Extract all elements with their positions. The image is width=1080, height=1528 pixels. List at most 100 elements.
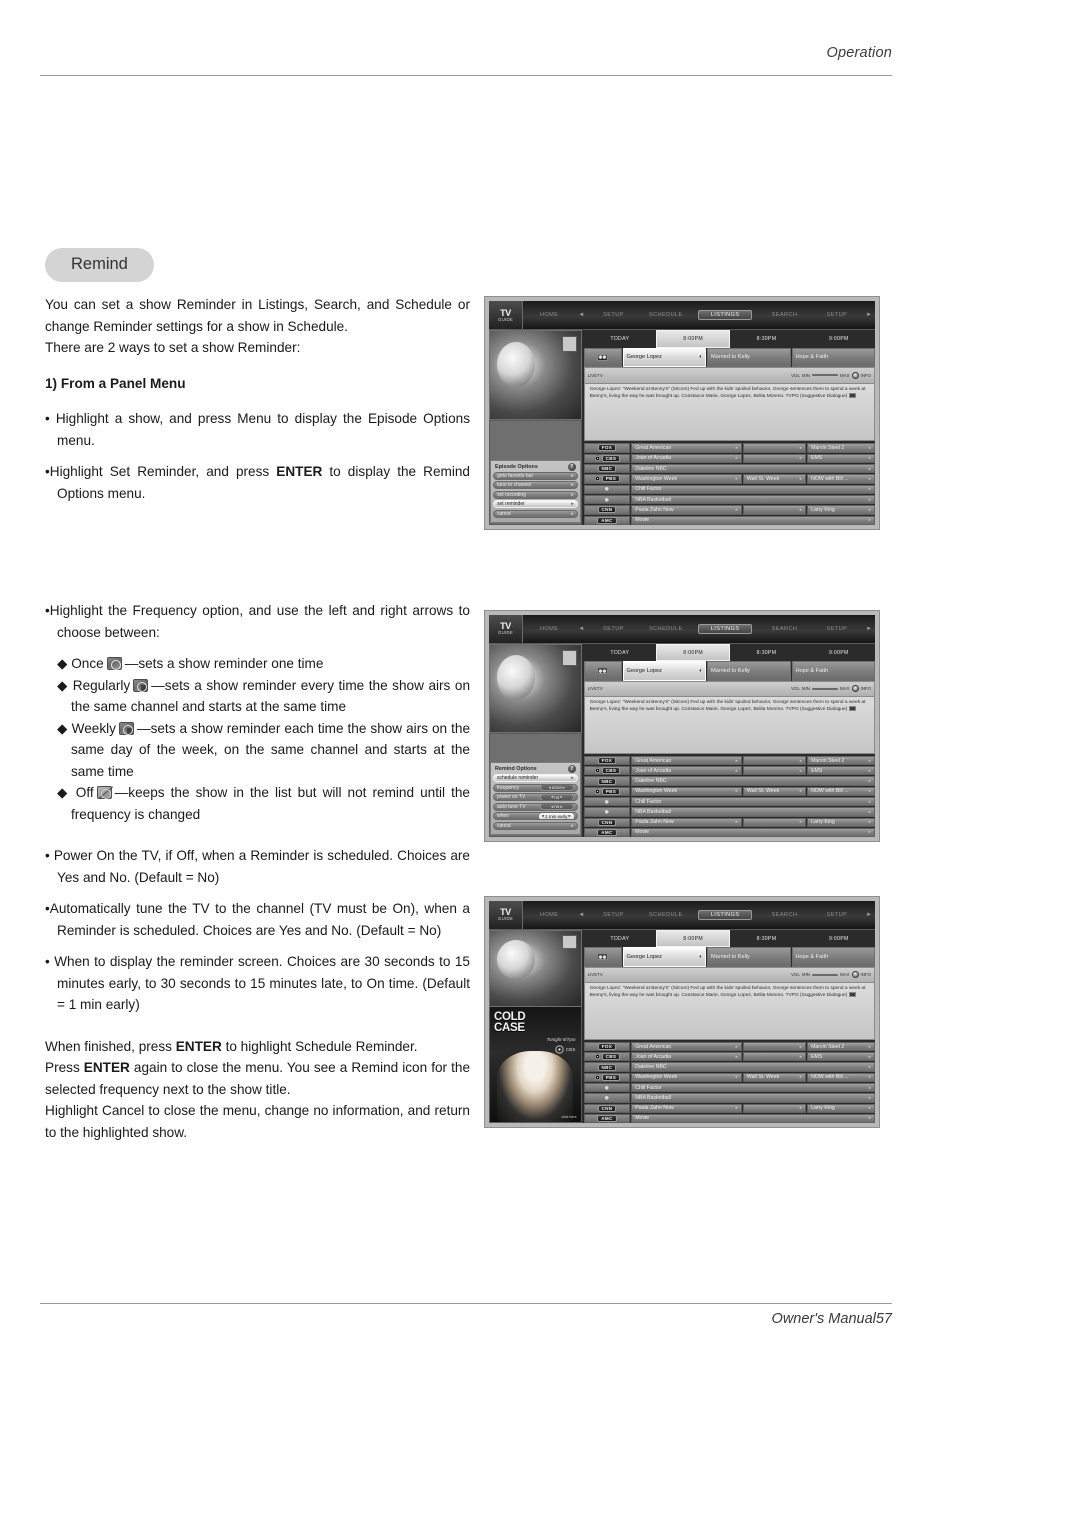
- grid-show-cell-3-2[interactable]: NOW with Bill ... ▸: [807, 1072, 876, 1082]
- nav-left-arrow-icon[interactable]: ◄: [575, 312, 587, 318]
- nav-right-arrow-icon[interactable]: ►: [863, 626, 875, 632]
- stepper-left-arrow-icon[interactable]: ◂: [542, 813, 544, 819]
- program-cell-0[interactable]: George Lopez ◖: [622, 347, 706, 368]
- remind-option-stepper-auto-tune-TV[interactable]: ◂ no ▸: [539, 803, 574, 810]
- tvguide-nav-item-schedule-2[interactable]: SCHEDULE: [640, 912, 692, 918]
- grid-show-cell-6-0[interactable]: Paula Zahn Now ▸: [631, 505, 742, 515]
- help-icon[interactable]: ?: [567, 462, 576, 471]
- grid-show-cell-1-0[interactable]: Joan of Arcadia ▸: [631, 1052, 742, 1062]
- channel-logo-cell-nbc[interactable]: NBC: [583, 1062, 631, 1072]
- grid-show-cell-6-1[interactable]: ▸: [742, 817, 807, 827]
- volume-knob-icon[interactable]: [851, 685, 859, 693]
- episode-option-tune-to-channel[interactable]: tune to channel ▸: [493, 481, 578, 489]
- grid-show-cell-3-0[interactable]: Washington Week ▸: [631, 786, 742, 796]
- program-cell-2[interactable]: Hope & Faith: [791, 661, 875, 681]
- channel-logo-cell-cnn[interactable]: CNN: [583, 1103, 631, 1113]
- program-cell-0[interactable]: George Lopez ◖: [622, 661, 706, 681]
- episode-option-set-recording[interactable]: set recording ▸: [493, 490, 578, 499]
- program-cell-2[interactable]: Hope & Faith: [791, 347, 875, 368]
- tvguide-nav-item-setup-1[interactable]: SETUP: [587, 912, 639, 918]
- grid-show-cell-6-2[interactable]: Larry King ▸: [807, 1103, 876, 1113]
- remind-option-schedule-reminder[interactable]: schedule reminder ▸: [493, 774, 578, 782]
- tvguide-nav-item-search-4[interactable]: SEARCH: [758, 626, 810, 632]
- grid-show-cell-3-1[interactable]: Wall St. Week ▸: [742, 1072, 807, 1082]
- grid-show-cell-0-2[interactable]: Marvin Steel 2 ▸: [807, 755, 876, 766]
- grid-show-cell-6-2[interactable]: Larry King ▸: [807, 505, 876, 515]
- channel-logo-cell-fox[interactable]: FOX: [583, 443, 631, 453]
- program-cell-1[interactable]: Married to Kelly: [707, 947, 791, 967]
- volume-control[interactable]: VOL MIN MAX INFO: [791, 371, 871, 379]
- channel-logo-cell-amc[interactable]: AMC: [583, 1113, 631, 1124]
- preview-video-pip[interactable]: [489, 330, 582, 420]
- program-cell-1[interactable]: Married to Kelly: [707, 347, 791, 368]
- channel-logo-cell-fox[interactable]: FOX: [583, 755, 631, 766]
- grid-show-cell-6-1[interactable]: ▸: [742, 505, 807, 515]
- grid-show-cell-7-0[interactable]: Movie ▸: [631, 515, 875, 526]
- timeslot-0[interactable]: TODAY: [584, 330, 656, 348]
- grid-show-cell-2-0[interactable]: Dateline NBC ▸: [631, 463, 875, 474]
- grid-show-cell-1-2[interactable]: EMS ▸: [807, 1052, 876, 1062]
- tvguide-nav-item-schedule-2[interactable]: SCHEDULE: [640, 312, 692, 318]
- remind-option-when[interactable]: when ◂ 1 min early ▸: [493, 812, 578, 820]
- grid-show-cell-3-2[interactable]: NOW with Bill ... ▸: [807, 474, 876, 484]
- nav-left-arrow-icon[interactable]: ◄: [575, 912, 587, 918]
- grid-show-cell-0-0[interactable]: Great American ▸: [631, 755, 742, 766]
- tvguide-nav-item-setup-1[interactable]: SETUP: [587, 626, 639, 632]
- channel-logo-cell-nbc[interactable]: NBC: [583, 776, 631, 786]
- tvguide-nav-item-setup-5[interactable]: SETUP: [811, 912, 863, 918]
- ad-click-here-label[interactable]: click here: [561, 1115, 576, 1119]
- grid-show-cell-7-0[interactable]: Movie ▸: [631, 827, 875, 838]
- timeslot-1[interactable]: 8:00PM: [655, 643, 731, 662]
- grid-show-cell-0-0[interactable]: Great American ▸: [631, 443, 742, 453]
- grid-show-cell-6-1[interactable]: ▸: [742, 1103, 807, 1113]
- tvguide-nav-item-listings-3[interactable]: LISTINGS: [697, 909, 753, 920]
- stepper-right-arrow-icon[interactable]: ▸: [568, 813, 570, 819]
- timeslot-1[interactable]: 8:00PM: [655, 929, 731, 948]
- grid-show-cell-0-1[interactable]: ▸: [742, 1041, 807, 1052]
- tvguide-nav-item-schedule-2[interactable]: SCHEDULE: [640, 626, 692, 632]
- grid-show-cell-0-2[interactable]: Marvin Steel 2 ▸: [807, 443, 876, 453]
- volume-slider[interactable]: [811, 687, 838, 690]
- cold-case-ad[interactable]: COLD CASE Tonight 8/7pm CBS click here: [489, 1007, 582, 1123]
- grid-show-cell-1-1[interactable]: ▸: [742, 1052, 807, 1062]
- channel-logo-cell-none[interactable]: ◉: [583, 494, 631, 505]
- channel-logo-cell-pbs[interactable]: PBS: [583, 474, 631, 484]
- volume-knob-icon[interactable]: [851, 971, 859, 979]
- grid-show-cell-0-1[interactable]: ▸: [742, 755, 807, 766]
- preview-video-pip[interactable]: [489, 929, 582, 1008]
- channel-logo-cell-nbc[interactable]: NBC: [583, 463, 631, 474]
- timeslot-0[interactable]: TODAY: [584, 644, 656, 661]
- remind-option-auto-tune-TV[interactable]: auto tune TV ◂ no ▸: [493, 802, 578, 811]
- remind-option-stepper-power-on-TV[interactable]: ◂ no ▸: [539, 794, 574, 800]
- episode-option-goto-favorite-bar[interactable]: goto favorite bar ▸: [493, 471, 578, 480]
- grid-show-cell-4-0[interactable]: Chill Factor ▸: [631, 1082, 875, 1093]
- grid-show-cell-6-2[interactable]: Larry King ▸: [807, 817, 876, 827]
- tvguide-nav-item-listings-3[interactable]: LISTINGS: [697, 623, 753, 634]
- channel-logo-cell-fox[interactable]: FOX: [583, 1041, 631, 1052]
- channel-logo-cell-cnn[interactable]: CNN: [583, 505, 631, 515]
- channel-logo-cell-pbs[interactable]: PBS: [583, 1072, 631, 1082]
- stepper-left-arrow-icon[interactable]: ◂: [548, 785, 550, 791]
- channel-logo-cell-pbs[interactable]: PBS: [583, 786, 631, 796]
- volume-control[interactable]: VOL MIN MAX INFO: [791, 971, 871, 979]
- grid-show-cell-4-0[interactable]: Chill Factor ▸: [631, 796, 875, 807]
- timeslot-2[interactable]: 8:30PM: [730, 644, 802, 661]
- grid-show-cell-0-2[interactable]: Marvin Steel 2 ▸: [807, 1041, 876, 1052]
- grid-show-cell-1-2[interactable]: EMS ▸: [807, 766, 876, 776]
- grid-show-cell-5-0[interactable]: NBA Basketball ▸: [631, 807, 875, 817]
- stepper-right-arrow-icon[interactable]: ▸: [560, 804, 562, 810]
- grid-show-cell-0-1[interactable]: ▸: [742, 443, 807, 453]
- grid-show-cell-2-0[interactable]: Dateline NBC ▸: [631, 1062, 875, 1072]
- stepper-left-arrow-icon[interactable]: ◂: [551, 794, 553, 800]
- episode-option-set-reminder[interactable]: set reminder ▸: [493, 500, 578, 508]
- help-icon[interactable]: ?: [567, 765, 576, 773]
- program-cell-1[interactable]: Married to Kelly: [707, 661, 791, 681]
- timeslot-2[interactable]: 8:30PM: [730, 330, 802, 348]
- volume-knob-icon[interactable]: [851, 371, 859, 379]
- remind-option-stepper-when[interactable]: ◂ 1 min early ▸: [538, 813, 574, 819]
- program-cell-2[interactable]: Hope & Faith: [791, 947, 875, 967]
- volume-control[interactable]: VOL MIN MAX INFO: [791, 685, 871, 693]
- grid-show-cell-3-1[interactable]: Wall St. Week ▸: [742, 474, 807, 484]
- channel-logo-cell-cnn[interactable]: CNN: [583, 817, 631, 827]
- tvguide-nav-item-home-0[interactable]: HOME: [523, 312, 575, 318]
